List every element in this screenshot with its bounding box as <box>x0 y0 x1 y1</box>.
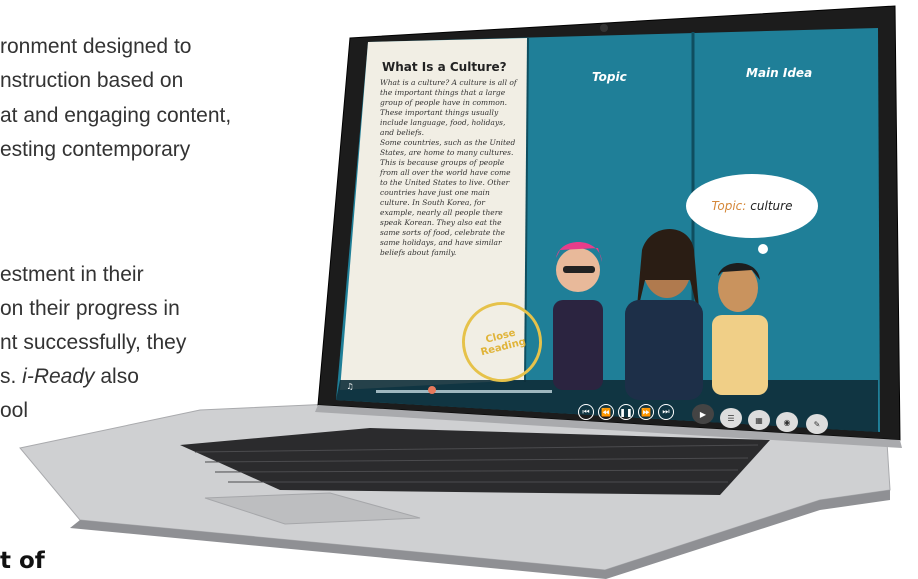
tool-book-icon[interactable]: ▦ <box>748 410 770 430</box>
reading-title: What Is a Culture? <box>382 60 507 74</box>
skip-forward-button[interactable]: ⏭ <box>658 404 674 420</box>
skip-back-button[interactable]: ⏮ <box>578 404 594 420</box>
tool-highlighter-icon[interactable]: ✎ <box>806 414 828 434</box>
thought-value: culture <box>750 199 793 213</box>
tool-target-icon[interactable]: ◉ <box>776 412 798 432</box>
thought-bubble: Topic: culture <box>686 174 818 238</box>
app-screen: What Is a Culture? What is a culture? A … <box>370 26 860 426</box>
thought-key: Topic: <box>711 199 747 213</box>
main-idea-column-label: Main Idea <box>746 66 813 80</box>
topic-column-label: Topic <box>592 70 627 84</box>
volume-icon[interactable]: ♫ <box>343 380 357 392</box>
thought-bubble-tail <box>758 244 768 254</box>
tool-cursor-icon[interactable]: ▶ <box>692 404 714 424</box>
forward-button[interactable]: ⏩ <box>638 404 654 420</box>
reading-paragraph-1: What is a culture? A culture is all of t… <box>380 78 517 137</box>
progress-handle[interactable] <box>428 386 436 394</box>
tool-notes-icon[interactable]: ☰ <box>720 408 742 428</box>
reading-paragraph-2: Some countries, such as the United State… <box>380 138 516 257</box>
rewind-button[interactable]: ⏪ <box>598 404 614 420</box>
progress-track[interactable] <box>376 390 552 393</box>
pause-button[interactable]: ❚❚ <box>618 404 634 420</box>
